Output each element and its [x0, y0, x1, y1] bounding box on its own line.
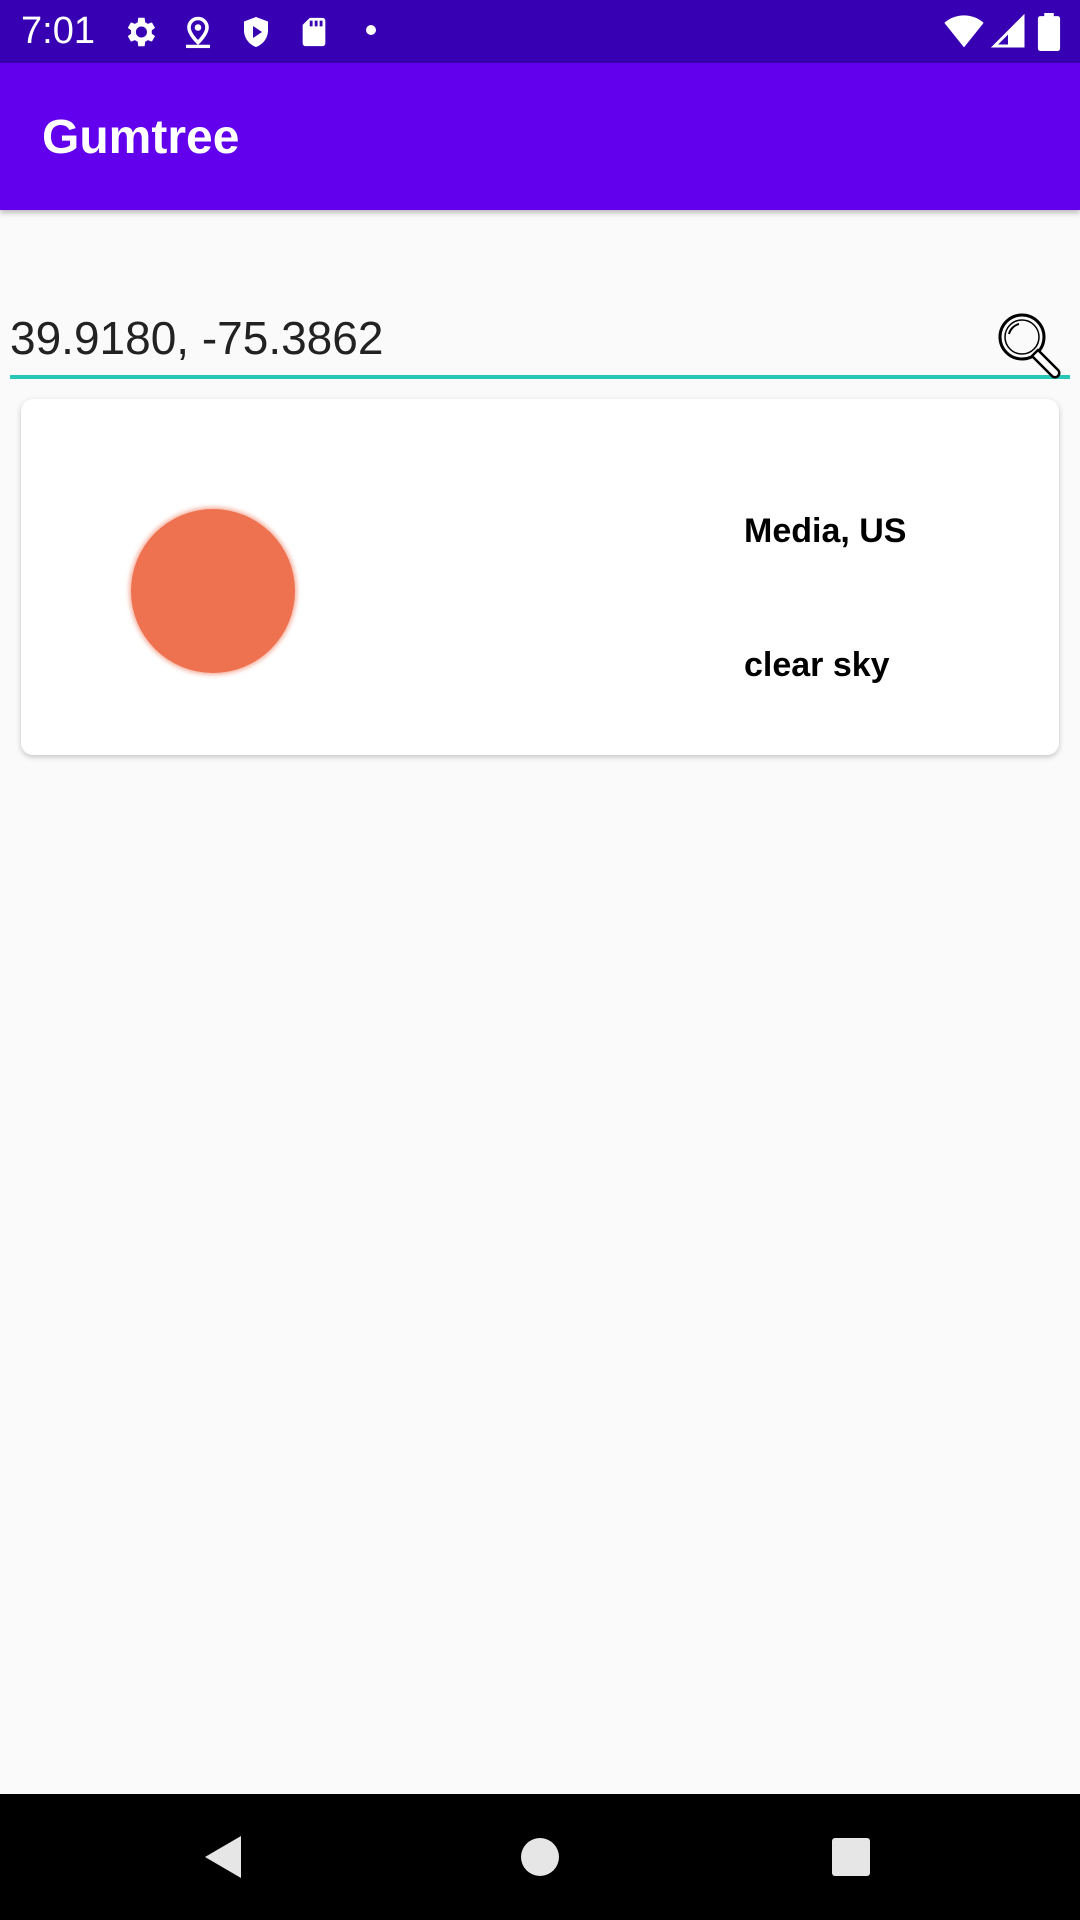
back-icon[interactable]	[203, 1834, 243, 1880]
app-bar: Gumtree	[0, 63, 1080, 210]
gear-icon	[127, 17, 156, 47]
nav-bar	[0, 1794, 1080, 1920]
battery-icon	[1037, 13, 1061, 51]
sd-card-icon	[302, 17, 326, 47]
coordinates-input[interactable]	[10, 300, 970, 376]
app-title: Gumtree	[42, 111, 240, 164]
status-bar: 7:01	[0, 0, 1080, 63]
search-row	[10, 300, 1070, 380]
wifi-icon	[944, 15, 984, 48]
sun-icon	[131, 509, 295, 673]
search-underline	[10, 375, 1070, 379]
signal-icon	[990, 13, 1025, 48]
dot-icon	[366, 25, 376, 35]
search-icon[interactable]	[995, 310, 1065, 380]
city-label: Media, US	[744, 512, 907, 550]
recents-icon[interactable]	[831, 1837, 871, 1877]
status-time: 7:01	[21, 10, 95, 52]
home-icon[interactable]	[520, 1837, 560, 1877]
location-icon	[186, 16, 210, 49]
shield-play-icon	[244, 17, 268, 47]
condition-label: clear sky	[744, 646, 890, 684]
weather-card[interactable]: Media, US clear sky	[21, 399, 1059, 755]
